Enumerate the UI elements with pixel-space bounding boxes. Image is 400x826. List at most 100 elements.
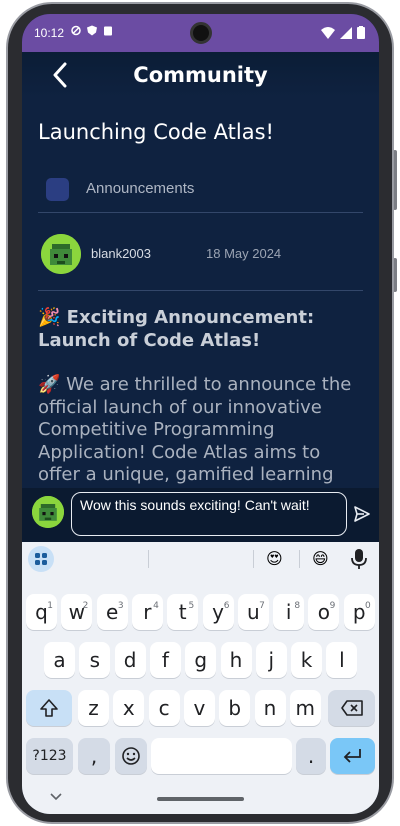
key-v[interactable]: v — [183, 690, 215, 726]
key-k[interactable]: k — [291, 642, 323, 678]
emoji-suggestion[interactable]: 😄 — [312, 549, 329, 569]
toolbar-divider — [148, 550, 149, 568]
key-label: v — [193, 696, 206, 720]
author-avatar[interactable] — [41, 234, 81, 274]
key-f[interactable]: f — [149, 642, 181, 678]
key-hint: 2 — [82, 601, 89, 611]
comment-input[interactable]: Wow this sounds exciting! Can't wait! — [71, 492, 347, 536]
battery-icon — [357, 26, 365, 39]
front-camera — [190, 22, 212, 44]
key-hint: 5 — [188, 601, 195, 611]
screen: 10:12 Community Launching Code Atlas! An… — [22, 14, 379, 814]
backspace-icon — [340, 700, 363, 716]
key-label: u — [246, 600, 260, 624]
key-hint: 6 — [223, 601, 230, 611]
post-body: 🚀 We are thrilled to announce the offici… — [38, 374, 352, 485]
divider — [38, 290, 363, 291]
category-label[interactable]: Announcements — [86, 180, 194, 197]
grid-icon — [35, 553, 47, 565]
toolbar-divider — [253, 550, 254, 568]
key-label: s — [89, 648, 100, 672]
key-w[interactable]: w2 — [61, 594, 93, 630]
key-s[interactable]: s — [79, 642, 111, 678]
user-avatar — [32, 496, 64, 528]
keyboard-toolbar: 😍 😄 — [22, 542, 379, 575]
send-icon[interactable] — [353, 505, 371, 523]
key-e[interactable]: e3 — [96, 594, 128, 630]
key-q[interactable]: q1 — [26, 594, 57, 630]
home-indicator[interactable] — [157, 797, 244, 801]
key-label: y — [212, 600, 224, 624]
pixel-avatar-icon — [32, 496, 64, 528]
key-label: l — [339, 648, 345, 672]
key-hint: 0 — [364, 601, 371, 611]
emoji-key[interactable] — [115, 738, 147, 774]
space-key[interactable] — [151, 738, 292, 774]
shield-icon — [87, 25, 97, 36]
wifi-icon — [321, 26, 335, 39]
key-t[interactable]: t5 — [167, 594, 199, 630]
key-p[interactable]: p0 — [343, 594, 375, 630]
key-label: q — [35, 600, 48, 624]
pixel-avatar-icon — [41, 234, 81, 274]
key-o[interactable]: o9 — [308, 594, 340, 630]
key-hint: 7 — [259, 601, 265, 611]
key-label: b — [228, 696, 242, 720]
status-right — [321, 26, 365, 39]
key-x[interactable]: x — [113, 690, 145, 726]
signal-icon — [340, 26, 352, 39]
key-label: n — [263, 696, 277, 720]
key-g[interactable]: g — [185, 642, 217, 678]
device: 10:12 Community Launching Code Atlas! An… — [0, 0, 400, 826]
backspace-key[interactable] — [328, 690, 375, 726]
emoji-suggestion[interactable]: 😍 — [266, 549, 283, 569]
key-label: p — [352, 600, 366, 624]
key-label: g — [194, 648, 208, 672]
toolbar-divider — [299, 550, 300, 568]
key-i[interactable]: i8 — [273, 594, 305, 630]
enter-key[interactable] — [330, 738, 375, 774]
key-r[interactable]: r4 — [131, 594, 163, 630]
app-bar: Community — [22, 52, 379, 98]
post-date: 18 May 2024 — [206, 246, 282, 261]
key-label: h — [229, 648, 243, 672]
key-label: z — [88, 696, 99, 720]
key-m[interactable]: m — [289, 690, 321, 726]
microphone-icon[interactable] — [349, 548, 369, 570]
key-j[interactable]: j — [255, 642, 287, 678]
key-label: i — [285, 600, 292, 624]
app-title: Community — [133, 63, 268, 87]
key-c[interactable]: c — [148, 690, 180, 726]
key-label: x — [122, 696, 135, 720]
key-y[interactable]: y6 — [202, 594, 234, 630]
category-color-icon — [46, 178, 69, 201]
symbols-key[interactable]: ?123 — [26, 738, 73, 774]
author-name[interactable]: blank2003 — [91, 246, 151, 261]
key-hint: 3 — [117, 601, 124, 611]
key-hint: 1 — [47, 601, 53, 611]
sim-icon — [104, 26, 112, 36]
period-key[interactable]: . — [296, 738, 326, 774]
key-label: a — [53, 648, 66, 672]
key-n[interactable]: n — [254, 690, 286, 726]
navigation-bar — [22, 778, 379, 814]
key-label: f — [161, 648, 169, 672]
divider — [38, 212, 363, 213]
key-u[interactable]: u7 — [237, 594, 269, 630]
key-b[interactable]: b — [219, 690, 251, 726]
key-a[interactable]: a — [44, 642, 75, 678]
key-h[interactable]: h — [220, 642, 252, 678]
key-d[interactable]: d — [114, 642, 146, 678]
smiley-icon — [122, 747, 140, 765]
status-icons — [71, 25, 113, 36]
apps-grid-button[interactable] — [28, 546, 54, 572]
shift-key[interactable] — [26, 690, 72, 726]
key-label: e — [105, 600, 119, 624]
chevron-down-icon[interactable] — [50, 793, 62, 801]
key-z[interactable]: z — [78, 690, 109, 726]
comma-key[interactable]: , — [78, 738, 110, 774]
key-label: d — [123, 648, 137, 672]
key-label: k — [300, 648, 313, 672]
key-hint: 9 — [329, 601, 336, 611]
key-l[interactable]: l — [326, 642, 358, 678]
